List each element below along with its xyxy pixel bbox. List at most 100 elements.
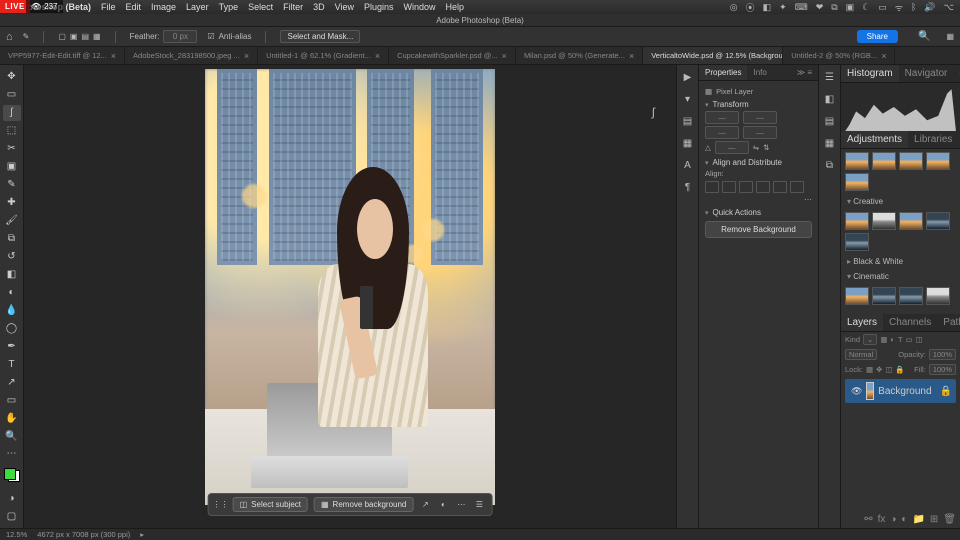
drag-handle-icon[interactable]: ⋮⋮	[215, 499, 227, 511]
more-icon[interactable]: ⋯	[804, 195, 812, 204]
opacity-input[interactable]: 100%	[929, 349, 956, 360]
mask-icon[interactable]: ◑	[890, 514, 896, 525]
angle-input[interactable]: —	[715, 141, 749, 154]
preset-thumb[interactable]	[899, 152, 923, 170]
visibility-toggle-icon[interactable]: 👁	[851, 386, 862, 397]
preset-thumb[interactable]	[845, 287, 869, 305]
move-tool-icon[interactable]: ✥	[3, 69, 21, 85]
swatches-icon[interactable]: ▦	[680, 135, 696, 151]
blur-tool-icon[interactable]: 💧	[3, 302, 21, 318]
layer-name[interactable]: Background	[878, 386, 931, 397]
search-icon[interactable]: 🔍	[918, 31, 930, 42]
chevron-right-icon[interactable]: ▸	[140, 530, 144, 539]
menu-type[interactable]: Type	[219, 2, 239, 12]
doc-tab-active[interactable]: VerticaltoWide.psd @ 12.5% (Background, …	[643, 47, 783, 64]
preset-thumb[interactable]	[899, 212, 923, 230]
crop-tool-icon[interactable]: ✂	[3, 141, 21, 157]
link-layers-icon[interactable]: ⚯	[864, 514, 872, 525]
preset-thumb[interactable]	[926, 152, 950, 170]
height-input[interactable]: —	[705, 126, 739, 139]
feather-input[interactable]: 0 px	[163, 30, 197, 43]
rotate-icon[interactable]: △	[705, 143, 711, 152]
presets-bw[interactable]: Black & White	[841, 254, 960, 269]
quick-actions-section[interactable]: Quick Actions	[705, 208, 812, 217]
preset-thumb[interactable]	[845, 233, 869, 251]
tab-navigator[interactable]: Navigator	[899, 65, 954, 82]
screenmode-icon[interactable]: ▢	[3, 508, 21, 524]
fx-icon[interactable]: fx	[878, 514, 886, 525]
tab-layers[interactable]: Layers	[841, 314, 883, 331]
zoom-tool-icon[interactable]: 🔍	[3, 428, 21, 444]
lasso-tool-icon[interactable]: ✎	[23, 32, 30, 41]
doc-tab[interactable]: CupcakewithSparkler.psd @...×	[389, 47, 516, 64]
history-brush-tool-icon[interactable]: ↺	[3, 249, 21, 265]
shape-tool-icon[interactable]: ▭	[3, 392, 21, 408]
contextual-task-bar[interactable]: ⋮⋮ ◫Select subject ▦Remove background ↗ …	[208, 493, 493, 516]
close-icon[interactable]: ×	[881, 51, 886, 61]
share-button[interactable]: Share	[857, 30, 898, 43]
align-vcenter-icon[interactable]	[773, 181, 787, 193]
y-input[interactable]: —	[743, 126, 777, 139]
transform-icon[interactable]: ↗	[419, 499, 431, 511]
blend-mode-select[interactable]: Normal	[845, 349, 877, 360]
preset-thumb[interactable]	[845, 152, 869, 170]
filter-pixel-icon[interactable]: ▦	[880, 335, 887, 344]
menu-3d[interactable]: 3D	[313, 2, 325, 12]
flip-v-icon[interactable]: ⇅	[763, 143, 769, 152]
foreground-color-swatch[interactable]	[4, 468, 16, 480]
comments-icon[interactable]: ☰	[822, 69, 838, 85]
menu-filter[interactable]: Filter	[283, 2, 303, 12]
layer-thumbnail[interactable]	[866, 382, 874, 400]
pen-tool-icon[interactable]: ✒	[3, 338, 21, 354]
layer-row-background[interactable]: 👁 Background 🔒	[845, 379, 956, 403]
align-section[interactable]: Align and Distribute	[705, 158, 812, 167]
play-icon[interactable]: ▶	[680, 69, 696, 85]
hand-tool-icon[interactable]: ✋	[3, 410, 21, 426]
clone-tool-icon[interactable]: ⧉	[3, 231, 21, 247]
text-icon[interactable]: A	[680, 157, 696, 173]
control-center-icon[interactable]: ⌥	[944, 2, 954, 13]
doc-info[interactable]: 4672 px x 7008 px (300 ppi)	[37, 530, 130, 539]
properties-icon[interactable]: ☰	[473, 499, 485, 511]
preset-thumb[interactable]	[872, 152, 896, 170]
zoom-level[interactable]: 12.5%	[6, 530, 27, 539]
align-right-icon[interactable]	[739, 181, 753, 193]
brushes-icon[interactable]: ▤	[822, 113, 838, 129]
color-icon[interactable]: ◧	[822, 91, 838, 107]
filter-smart-icon[interactable]: ◫	[916, 335, 923, 344]
doc-tab[interactable]: Untitled-2 @ 50% (RGB...×	[783, 47, 895, 64]
tab-channels[interactable]: Channels	[883, 314, 937, 331]
select-subject-button[interactable]: ◫Select subject	[233, 497, 308, 512]
align-left-icon[interactable]	[705, 181, 719, 193]
eyedropper-tool-icon[interactable]: ✎	[3, 177, 21, 193]
lock-position-icon[interactable]: ✥	[876, 365, 882, 374]
antialias-checkbox[interactable]: ☑	[207, 32, 214, 41]
trash-icon[interactable]: 🗑	[943, 514, 956, 525]
preset-thumb[interactable]	[926, 287, 950, 305]
brush-tool-icon[interactable]: 🖌	[3, 213, 21, 229]
figma-icon[interactable]: ◧	[763, 2, 772, 13]
doc-tab[interactable]: VPP5977-Edit-Edit.tiff @ 12...×	[0, 47, 125, 64]
tab-histogram[interactable]: Histogram	[841, 65, 899, 82]
align-top-icon[interactable]	[756, 181, 770, 193]
group-icon[interactable]: 📁	[912, 514, 924, 525]
panel-menu-icon[interactable]: ≫ ≡	[791, 65, 818, 80]
lock-icon[interactable]: 🔒	[895, 365, 904, 374]
close-icon[interactable]: ×	[502, 51, 507, 61]
filter-type-icon[interactable]: T	[898, 335, 903, 344]
gradient-tool-icon[interactable]: ◐	[3, 284, 21, 300]
doc-tab[interactable]: Milan.psd @ 50% (Generate...×	[516, 47, 643, 64]
chevron-down-icon[interactable]: ▾	[680, 91, 696, 107]
paragraph-icon[interactable]: ¶	[680, 179, 696, 195]
close-icon[interactable]: ×	[375, 51, 380, 61]
menu-edit[interactable]: Edit	[126, 2, 142, 12]
keyboard-icon[interactable]: ⌨	[795, 2, 808, 13]
doc-tab[interactable]: Untitled-1 @ 62.1% (Gradient...×	[258, 47, 389, 64]
preset-thumb[interactable]	[872, 287, 896, 305]
workspace-switcher-icon[interactable]: ▦	[946, 32, 954, 41]
preset-thumb[interactable]	[872, 212, 896, 230]
filter-shape-icon[interactable]: ▭	[906, 335, 913, 344]
canvas-area[interactable]: ʃ ⋮⋮ ◫Select subject ▦Remove background …	[24, 65, 676, 528]
align-bottom-icon[interactable]	[790, 181, 804, 193]
preset-thumb[interactable]	[845, 173, 869, 191]
